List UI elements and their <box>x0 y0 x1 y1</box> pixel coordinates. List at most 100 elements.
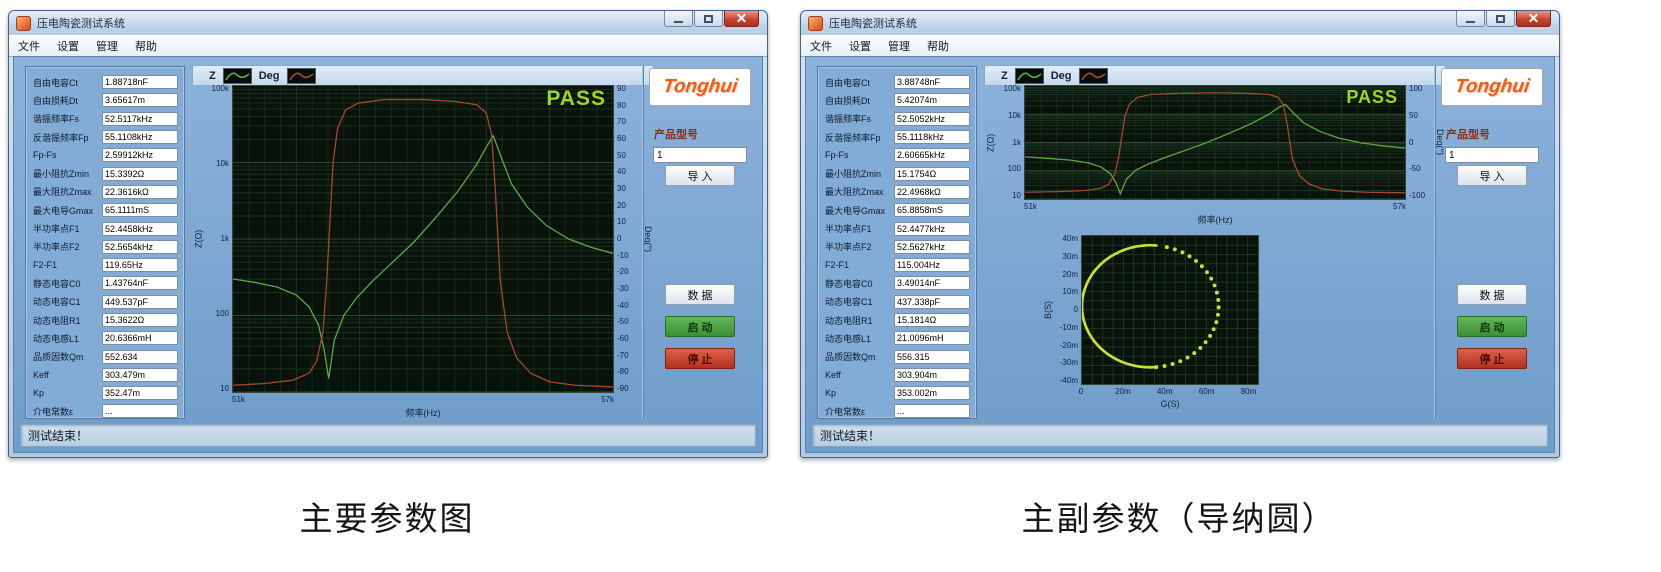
tab-z[interactable]: Z <box>1001 70 1008 82</box>
param-value-input[interactable] <box>894 185 970 199</box>
tonghui-logo: Tonghui <box>1441 68 1543 106</box>
titlebar[interactable]: 压电陶瓷测试系统 <box>801 11 1559 35</box>
param-label: 动态电阻R1 <box>825 314 894 327</box>
param-label: 最小阻抗Zmin <box>33 167 102 180</box>
impedance-phase-chart: Z(Ω) 100k10k1k10010 PASS 908070605040302… <box>192 85 654 418</box>
param-value-input[interactable] <box>894 222 970 236</box>
param-value-input[interactable] <box>102 148 178 162</box>
param-row: 动态电阻R1 <box>33 311 178 329</box>
param-value-input[interactable] <box>102 350 178 364</box>
param-value-input[interactable] <box>102 276 178 290</box>
parameter-panel: 自由电容Ct自由损耗Dt谐振频率Fs反谐振频率FpFp-Fs最小阻抗Zmin最大… <box>818 67 976 418</box>
param-value-input[interactable] <box>102 368 178 382</box>
param-value-input[interactable] <box>894 276 970 290</box>
start-button[interactable]: 启 动 <box>1457 316 1527 337</box>
status-bar: 测试结束！ <box>20 424 756 447</box>
param-value-input[interactable] <box>894 258 970 272</box>
param-value-input[interactable] <box>894 368 970 382</box>
param-value-input[interactable] <box>102 240 178 254</box>
param-value-input[interactable] <box>894 386 970 400</box>
deg-curve-icon <box>1079 68 1108 84</box>
param-value-input[interactable] <box>102 112 178 126</box>
param-value-input[interactable] <box>102 258 178 272</box>
param-row: Kp <box>33 384 178 402</box>
close-button[interactable] <box>724 11 759 27</box>
param-value-input[interactable] <box>102 295 178 309</box>
minimize-button[interactable] <box>1456 11 1485 27</box>
param-value-input[interactable] <box>894 130 970 144</box>
import-button[interactable]: 导 入 <box>1457 165 1527 186</box>
param-row: 品质因数Qm <box>33 347 178 365</box>
param-value-input[interactable] <box>894 350 970 364</box>
deg-curve-icon <box>287 68 316 84</box>
param-value-input[interactable] <box>894 313 970 327</box>
maximize-button[interactable] <box>1486 11 1515 27</box>
param-value-input[interactable] <box>894 75 970 89</box>
product-model-input[interactable] <box>1445 147 1539 163</box>
start-button[interactable]: 启 动 <box>665 316 735 337</box>
param-value-input[interactable] <box>102 203 178 217</box>
menu-item[interactable]: 设置 <box>849 38 871 54</box>
tab-deg[interactable]: Deg <box>1051 70 1072 82</box>
param-value-input[interactable] <box>102 75 178 89</box>
product-model-input[interactable] <box>653 147 747 163</box>
stop-button[interactable]: 停 止 <box>1457 348 1527 369</box>
axis-tick: 10k <box>216 160 229 168</box>
axis-tick: 60 <box>617 135 626 143</box>
param-row: F2-F1 <box>825 256 970 274</box>
param-value-input[interactable] <box>894 331 970 345</box>
axis-tick: -100 <box>1409 192 1425 200</box>
param-label: 动态电阻R1 <box>33 314 102 327</box>
param-value-input[interactable] <box>894 112 970 126</box>
param-value-input[interactable] <box>894 148 970 162</box>
param-value-input[interactable] <box>102 331 178 345</box>
menu-item[interactable]: 管理 <box>96 38 118 54</box>
param-value-input[interactable] <box>102 185 178 199</box>
param-value-input[interactable] <box>894 93 970 107</box>
menu-item[interactable]: 帮助 <box>135 38 157 54</box>
minimize-button[interactable] <box>664 11 693 27</box>
param-row: 自由电容Ct <box>33 73 178 91</box>
axis-tick: 20m <box>1062 271 1078 279</box>
menu-item[interactable]: 帮助 <box>927 38 949 54</box>
param-value-input[interactable] <box>102 404 178 418</box>
param-value-input[interactable] <box>894 167 970 181</box>
param-label: F2-F1 <box>33 260 102 270</box>
data-button[interactable]: 数 据 <box>1457 284 1527 305</box>
param-row: 最大阻抗Zmax <box>825 183 970 201</box>
tonghui-logo-text: Tonghui <box>661 76 738 98</box>
y-axis-label: B(S) <box>1042 235 1054 385</box>
param-row: 静态电容C0 <box>825 274 970 292</box>
titlebar[interactable]: 压电陶瓷测试系统 <box>9 11 767 35</box>
param-label: 品质因数Qm <box>33 350 102 363</box>
import-button[interactable]: 导 入 <box>665 165 735 186</box>
axis-tick: -60 <box>617 335 629 343</box>
param-value-input[interactable] <box>894 295 970 309</box>
status-text: 测试结束！ <box>820 427 880 444</box>
maximize-button[interactable] <box>694 11 723 27</box>
param-value-input[interactable] <box>102 130 178 144</box>
close-button[interactable] <box>1516 11 1551 27</box>
stop-button[interactable]: 停 止 <box>665 348 735 369</box>
param-label: 谐振频率Fs <box>33 112 102 125</box>
chart-zone: Z Deg Z(Ω) 100k10k1k10010 PASS 100500-50… <box>984 65 1446 418</box>
param-label: 半功率点F2 <box>33 240 102 253</box>
menu-item[interactable]: 设置 <box>57 38 79 54</box>
param-value-input[interactable] <box>894 240 970 254</box>
param-value-input[interactable] <box>102 167 178 181</box>
param-value-input[interactable] <box>894 203 970 217</box>
param-row: 自由损耗Dt <box>33 91 178 109</box>
param-value-input[interactable] <box>894 404 970 418</box>
menu-item[interactable]: 文件 <box>810 38 832 54</box>
data-button[interactable]: 数 据 <box>665 284 735 305</box>
tab-z[interactable]: Z <box>209 70 216 82</box>
menu-item[interactable]: 文件 <box>18 38 40 54</box>
param-value-input[interactable] <box>102 386 178 400</box>
tab-deg[interactable]: Deg <box>259 70 280 82</box>
param-value-input[interactable] <box>102 313 178 327</box>
menu-item[interactable]: 管理 <box>888 38 910 54</box>
param-value-input[interactable] <box>102 93 178 107</box>
plot-area: PASS <box>232 85 614 393</box>
axis-tick: 1k <box>221 235 229 243</box>
param-value-input[interactable] <box>102 222 178 236</box>
